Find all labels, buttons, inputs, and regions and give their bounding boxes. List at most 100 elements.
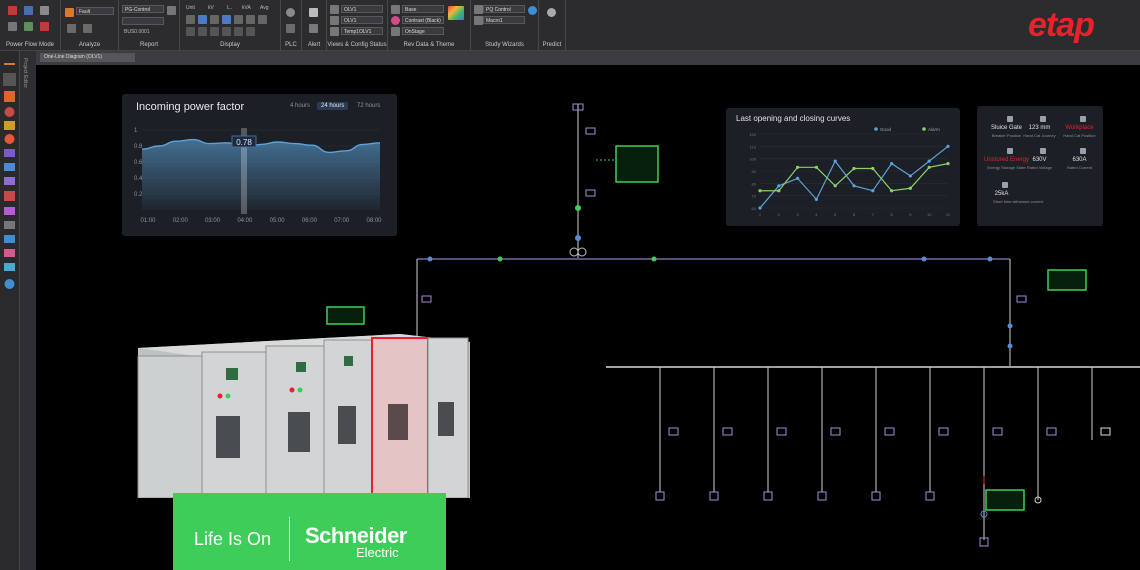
x-tick-label: 02:00 <box>173 218 189 224</box>
feeder-group <box>659 367 1093 540</box>
feeder-loads <box>655 491 989 547</box>
breaker-symbol <box>421 295 432 303</box>
data-point <box>946 144 950 148</box>
relay-widget[interactable] <box>326 306 365 325</box>
x-tick-label: 5 <box>834 212 837 217</box>
status-node <box>575 235 581 241</box>
stat-label: Hand Cat Position <box>1063 133 1096 138</box>
x-tick-label: 1 <box>759 212 762 217</box>
legend-swatch <box>922 127 926 131</box>
x-tick-label: 6 <box>853 212 856 217</box>
data-point <box>908 186 912 190</box>
slogan: Life Is On <box>194 529 272 549</box>
x-tick-label: 3 <box>796 212 799 217</box>
y-tick-label: 100 <box>749 157 756 162</box>
breaker-symbol <box>1016 295 1027 303</box>
breaker-symbol <box>668 427 679 436</box>
data-point <box>890 189 894 193</box>
data-point <box>814 165 818 169</box>
stat-value: 25kA <box>994 191 1009 197</box>
load-symbol <box>709 491 719 501</box>
y-tick-label: 1 <box>134 128 138 134</box>
schneider-logo-sub: Electric <box>356 545 399 560</box>
status-node <box>575 205 581 211</box>
stat-icon <box>1080 116 1086 122</box>
x-tick-label: 03:00 <box>205 218 221 224</box>
bus-node <box>987 256 993 262</box>
breaker-symbol <box>830 427 841 436</box>
y-tick-label: 0.8 <box>134 144 143 150</box>
y-tick-label: 80 <box>752 181 757 186</box>
data-point <box>814 197 818 201</box>
breaker-window <box>216 416 240 458</box>
x-tick-label: 11 <box>946 212 951 217</box>
indicator-light <box>225 393 231 399</box>
load-symbol <box>655 491 665 501</box>
stat-icon <box>1040 116 1046 122</box>
y-tick-label: 0.4 <box>134 176 143 182</box>
data-point <box>796 176 800 180</box>
indicator-light <box>297 387 303 393</box>
stat-icon <box>1040 148 1046 154</box>
y-tick-label: 0.2 <box>134 192 143 198</box>
relay-widget[interactable] <box>615 145 659 183</box>
bus-node <box>921 256 927 262</box>
transformer-winding-icon <box>569 247 579 257</box>
data-point <box>871 166 875 171</box>
cabinet-display <box>344 356 353 366</box>
x-tick-label: 07:00 <box>334 218 350 224</box>
data-point <box>927 159 931 163</box>
indicator-light <box>289 387 295 393</box>
legend-swatch <box>874 127 878 131</box>
switchgear-illustration <box>137 334 470 498</box>
data-point <box>758 189 762 193</box>
relay-widget[interactable] <box>1047 269 1087 291</box>
relay-widget[interactable] <box>985 489 1025 511</box>
indicator-light <box>217 393 223 399</box>
data-point <box>777 184 781 188</box>
breaker-window <box>288 412 310 452</box>
y-tick-label: 0.6 <box>134 160 143 166</box>
x-tick-label: 8 <box>890 212 893 217</box>
breaker-window <box>338 406 356 444</box>
stat-value: 630A <box>1072 157 1087 163</box>
x-tick-label: 2 <box>778 212 781 217</box>
banner-divider <box>289 517 290 561</box>
data-point <box>758 206 762 210</box>
data-point <box>946 162 950 166</box>
x-tick-label: 06:00 <box>302 218 318 224</box>
breaker-window <box>388 404 408 440</box>
stat-icon <box>1007 116 1013 122</box>
breaker-symbol <box>884 427 895 436</box>
curves-chart: 60 70 80 90 100 110 120 1 2 3 4 5 6 7 8 9 10 11 Good Alarm <box>749 127 951 217</box>
y-tick-label: 60 <box>752 206 757 211</box>
stat-label: Rated Current <box>1066 165 1093 170</box>
x-tick-label: 04:00 <box>237 218 253 224</box>
data-point <box>833 184 837 188</box>
load-symbol <box>925 491 935 501</box>
cabinet-panel <box>137 355 203 498</box>
y-tick-label: 70 <box>752 194 757 199</box>
legend-label: Good <box>880 127 892 132</box>
data-point <box>777 189 781 193</box>
x-tick-label: 10 <box>927 212 932 217</box>
x-tick-label: 7 <box>872 212 875 217</box>
bus-node <box>651 256 657 262</box>
cabinet-display <box>226 368 238 380</box>
feeder-breakers <box>668 427 1111 436</box>
x-tick-label: 01:00 <box>140 218 156 224</box>
data-point <box>908 174 912 178</box>
transformer-winding-icon <box>577 247 587 257</box>
x-tick-label: 08:00 <box>366 218 382 224</box>
data-point <box>871 189 875 193</box>
breaker-symbol <box>585 127 596 135</box>
stat-icon <box>1080 148 1086 154</box>
load-symbol <box>817 491 827 501</box>
y-tick-label: 110 <box>750 144 757 149</box>
x-tick-label: 4 <box>815 212 818 217</box>
breaker-symbol <box>1100 427 1111 436</box>
data-point <box>852 184 856 188</box>
stat-label: Short time withstand current <box>993 199 1043 204</box>
data-point <box>890 162 894 166</box>
breaker-symbol <box>585 189 596 197</box>
